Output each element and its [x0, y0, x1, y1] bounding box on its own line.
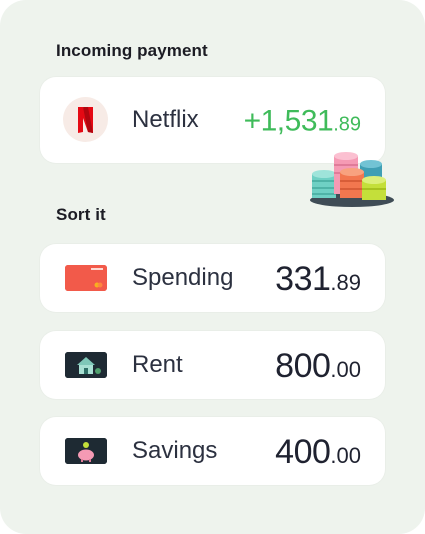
sort-item-label: Spending [132, 264, 234, 291]
incoming-payment-title: Incoming payment [56, 41, 208, 60]
incoming-amount-cents: .89 [333, 113, 361, 136]
sort-item-label: Rent [132, 351, 183, 378]
sort-item-amount: 331.89 [275, 260, 361, 299]
sort-item-amount-cents: .00 [330, 443, 361, 469]
sort-item-rent[interactable]: Rent 800.00 [40, 331, 385, 399]
incoming-amount-main: +1,531 [243, 104, 334, 138]
sort-item-savings[interactable]: Savings 400.00 [40, 417, 385, 485]
sort-item-amount-main: 331 [275, 260, 331, 299]
piggy-bank-icon [65, 438, 107, 464]
incoming-amount: +1,531.89 [244, 104, 361, 138]
sort-item-spending[interactable]: Spending 331.89 [40, 244, 385, 312]
sort-item-label: Savings [132, 437, 218, 464]
netflix-logo-icon [63, 97, 108, 142]
coin-stacks-icon [310, 152, 394, 207]
sort-item-amount: 400.00 [275, 433, 361, 472]
sort-item-amount-main: 800 [275, 347, 331, 386]
sort-item-amount-cents: .89 [330, 270, 361, 296]
house-icon [65, 352, 107, 378]
sort-item-amount: 800.00 [275, 347, 361, 386]
sort-it-title: Sort it [56, 205, 106, 224]
card-icon [65, 265, 107, 291]
transaction-panel: Incoming payment Netflix +1,531.89 Sort … [0, 0, 425, 534]
sort-item-amount-main: 400 [275, 433, 331, 472]
merchant-name: Netflix [132, 106, 199, 133]
sort-item-amount-cents: .00 [330, 357, 361, 383]
